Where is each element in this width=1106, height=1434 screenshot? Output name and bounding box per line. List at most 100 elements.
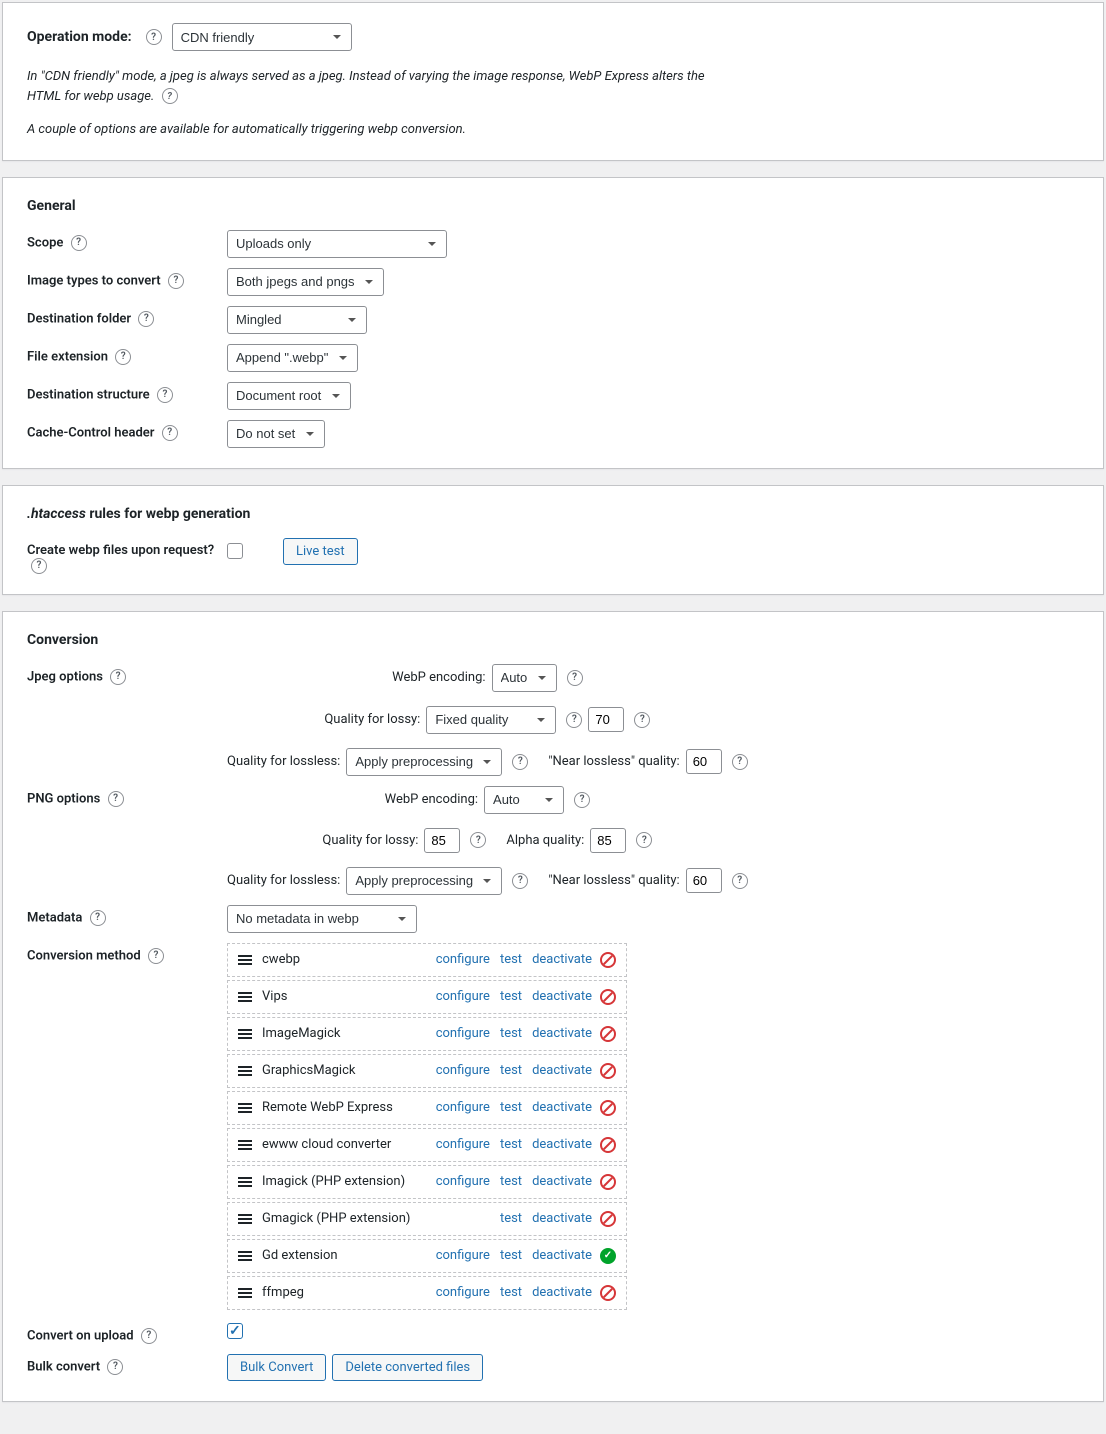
operation-mode-select[interactable]: CDN friendly — [172, 23, 352, 51]
deactivate-link[interactable]: deactivate — [532, 1137, 592, 1152]
drag-handle-icon[interactable] — [238, 1029, 252, 1039]
dest-folder-select[interactable]: Mingled — [227, 306, 367, 334]
create-webp-checkbox[interactable] — [227, 543, 243, 559]
help-icon[interactable]: ? — [108, 791, 124, 807]
conversion-method-item: Imagick (PHP extension)configuretestdeac… — [227, 1165, 627, 1199]
png-encoding-select[interactable]: Auto — [484, 786, 564, 814]
jpeg-lossless-label: Quality for lossless: — [227, 754, 340, 769]
live-test-button[interactable]: Live test — [283, 538, 358, 565]
help-icon[interactable]: ? — [107, 1359, 123, 1375]
test-link[interactable]: test — [500, 1248, 522, 1263]
help-icon[interactable]: ? — [162, 425, 178, 441]
deactivate-link[interactable]: deactivate — [532, 1026, 592, 1041]
test-link[interactable]: test — [500, 1211, 522, 1226]
deactivate-link[interactable]: deactivate — [532, 1248, 592, 1263]
help-icon[interactable]: ? — [566, 712, 582, 728]
jpeg-lossy-value[interactable] — [588, 707, 624, 732]
configure-link[interactable]: configure — [436, 1174, 490, 1189]
metadata-select[interactable]: No metadata in webp — [227, 905, 417, 933]
png-lossy-value[interactable] — [424, 828, 460, 853]
test-link[interactable]: test — [500, 989, 522, 1004]
conversion-method-name: ewww cloud converter — [262, 1137, 436, 1152]
png-alpha-value[interactable] — [590, 828, 626, 853]
jpeg-lossless-mode-select[interactable]: Apply preprocessing — [346, 748, 502, 776]
help-icon[interactable]: ? — [110, 669, 126, 685]
jpeg-encoding-select[interactable]: Auto — [492, 664, 557, 692]
help-icon[interactable]: ? — [148, 948, 164, 964]
drag-handle-icon[interactable] — [238, 1288, 252, 1298]
status-fail-icon — [600, 1063, 616, 1079]
convert-upload-label: Convert on upload — [27, 1328, 134, 1343]
conversion-method-item: cwebpconfigure test deactivate — [227, 943, 627, 977]
help-icon[interactable]: ? — [470, 832, 486, 848]
help-icon[interactable]: ? — [157, 387, 173, 403]
png-lossless-mode-select[interactable]: Apply preprocessing — [346, 867, 502, 895]
help-icon[interactable]: ? — [71, 235, 87, 251]
help-icon[interactable]: ? — [168, 273, 184, 289]
help-icon[interactable]: ? — [574, 792, 590, 808]
drag-handle-icon[interactable] — [238, 992, 252, 1002]
help-icon[interactable]: ? — [512, 873, 528, 889]
drag-handle-icon[interactable] — [238, 1140, 252, 1150]
drag-handle-icon[interactable] — [238, 1103, 252, 1113]
file-ext-select[interactable]: Append ".webp" — [227, 344, 358, 372]
test-link[interactable]: test — [500, 1063, 522, 1078]
test-link[interactable]: test — [500, 1174, 522, 1189]
status-fail-icon — [600, 952, 616, 968]
deactivate-link[interactable]: deactivate — [532, 1174, 592, 1189]
drag-handle-icon[interactable] — [238, 1177, 252, 1187]
test-link[interactable]: test — [500, 1100, 522, 1115]
help-icon[interactable]: ? — [31, 558, 47, 574]
help-icon[interactable]: ? — [138, 311, 154, 327]
drag-handle-icon[interactable] — [238, 1066, 252, 1076]
deactivate-link[interactable]: deactivate — [532, 1211, 592, 1226]
help-icon[interactable]: ? — [512, 754, 528, 770]
deactivate-link[interactable]: deactivate — [532, 989, 592, 1004]
scope-label: Scope — [27, 235, 63, 250]
delete-converted-button[interactable]: Delete converted files — [332, 1354, 483, 1381]
operation-panel: Operation mode: ? CDN friendly In "CDN f… — [2, 2, 1104, 161]
png-near-value[interactable] — [686, 868, 722, 893]
scope-select[interactable]: Uploads only — [227, 230, 447, 258]
help-icon[interactable]: ? — [732, 873, 748, 889]
deactivate-link[interactable]: deactivate — [532, 1063, 592, 1078]
convert-upload-checkbox[interactable] — [227, 1323, 243, 1339]
deactivate-link[interactable]: deactivate — [532, 952, 592, 967]
png-near-label: "Near lossless" quality: — [548, 873, 679, 888]
deactivate-link[interactable]: deactivate — [532, 1100, 592, 1115]
test-link[interactable]: test — [500, 952, 522, 967]
configure-link[interactable]: configure — [436, 1063, 490, 1078]
help-icon[interactable]: ? — [162, 88, 178, 104]
help-icon[interactable]: ? — [636, 832, 652, 848]
jpeg-lossy-mode-select[interactable]: Fixed quality — [426, 706, 556, 734]
configure-link[interactable]: configure — [436, 1026, 490, 1041]
deactivate-link[interactable]: deactivate — [532, 1285, 592, 1300]
drag-handle-icon[interactable] — [238, 955, 252, 965]
configure-link[interactable]: configure — [436, 989, 490, 1004]
configure-link[interactable]: configure — [436, 1285, 490, 1300]
drag-handle-icon[interactable] — [238, 1251, 252, 1261]
help-icon[interactable]: ? — [115, 349, 131, 365]
conversion-method-name: cwebp — [262, 952, 436, 967]
test-link[interactable]: test — [500, 1137, 522, 1152]
help-icon[interactable]: ? — [634, 712, 650, 728]
bulk-convert-button[interactable]: Bulk Convert — [227, 1354, 326, 1381]
test-link[interactable]: test — [500, 1285, 522, 1300]
test-link[interactable]: test — [500, 1026, 522, 1041]
help-icon[interactable]: ? — [567, 670, 583, 686]
drag-handle-icon[interactable] — [238, 1214, 252, 1224]
help-icon[interactable]: ? — [732, 754, 748, 770]
help-icon[interactable]: ? — [146, 29, 162, 45]
configure-link[interactable]: configure — [436, 1248, 490, 1263]
configure-link[interactable]: configure — [436, 952, 490, 967]
help-icon[interactable]: ? — [141, 1328, 157, 1344]
conversion-title: Conversion — [27, 632, 1079, 648]
configure-link[interactable]: configure — [436, 1137, 490, 1152]
cache-control-select[interactable]: Do not set — [227, 420, 325, 448]
operation-mode-label: Operation mode: — [27, 29, 132, 45]
configure-link[interactable]: configure — [436, 1100, 490, 1115]
dest-struct-select[interactable]: Document root — [227, 382, 351, 410]
help-icon[interactable]: ? — [90, 910, 106, 926]
jpeg-near-value[interactable] — [686, 749, 722, 774]
image-types-select[interactable]: Both jpegs and pngs — [227, 268, 384, 296]
